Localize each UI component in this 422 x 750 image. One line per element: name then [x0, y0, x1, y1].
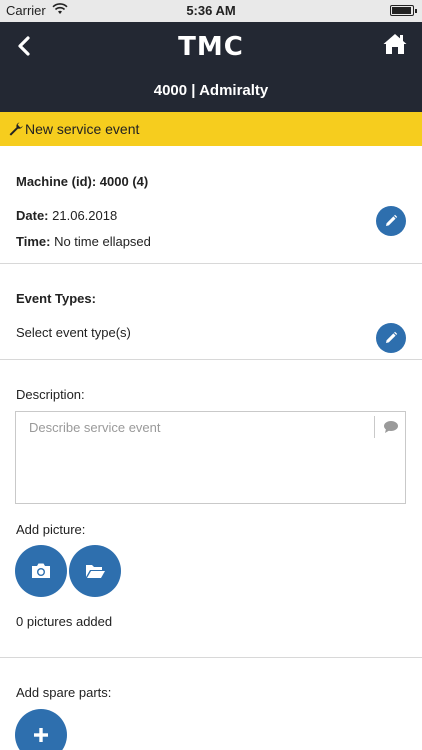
wrench-icon: [8, 121, 24, 137]
plus-icon: [34, 728, 48, 742]
edit-date-button[interactable]: [376, 206, 406, 236]
event-types-label: Event Types:: [16, 291, 96, 306]
folder-open-icon: [86, 565, 105, 578]
input-divider: [374, 416, 375, 438]
date-label: Date:: [16, 208, 49, 223]
add-spare-parts-label: Add spare parts:: [16, 685, 112, 700]
add-spare-part-button[interactable]: [15, 709, 67, 750]
event-types-section: Event Types: Select event type(s): [0, 264, 422, 360]
banner-label: New service event: [25, 121, 140, 137]
comment-icon[interactable]: [383, 420, 399, 434]
time-label: Time:: [16, 234, 51, 249]
camera-button[interactable]: [15, 545, 67, 597]
pictures-count: 0 pictures added: [16, 614, 113, 629]
home-button[interactable]: [382, 32, 410, 60]
folder-button[interactable]: [69, 545, 121, 597]
tmc-logo: TMC: [178, 32, 244, 62]
event-types-value[interactable]: Select event type(s): [16, 325, 131, 340]
new-service-event-banner: New service event: [0, 112, 422, 146]
add-picture-label: Add picture:: [16, 522, 86, 537]
battery-icon: [390, 5, 417, 16]
pencil-icon: [386, 331, 398, 343]
time-value: No time ellapsed: [54, 234, 151, 249]
status-bar: Carrier 5:36 AM: [0, 0, 422, 22]
time-row: Time: No time ellapsed: [16, 234, 151, 249]
date-row: Date: 21.06.2018: [16, 208, 117, 223]
camera-icon: [32, 563, 50, 578]
description-placeholder: Describe service event: [29, 420, 161, 435]
machine-id-value: 4000 (4): [99, 174, 149, 189]
edit-event-types-button[interactable]: [376, 323, 406, 353]
description-label: Description:: [16, 387, 85, 402]
nav-bar: TMC 4000 | Admiralty: [0, 22, 422, 112]
page-title: 4000 | Admiralty: [153, 82, 269, 99]
machine-info-section: Machine (id): 4000 (4) Date: 21.06.2018 …: [0, 146, 422, 264]
date-value: 21.06.2018: [52, 208, 118, 223]
machine-id-row: Machine (id): 4000 (4): [16, 174, 148, 189]
description-input[interactable]: Describe service event: [15, 411, 406, 504]
machine-id-label: Machine (id):: [16, 174, 97, 189]
pencil-icon: [386, 214, 398, 226]
clock: 5:36 AM: [186, 3, 236, 18]
home-icon: [383, 34, 407, 54]
divider: [0, 657, 422, 658]
